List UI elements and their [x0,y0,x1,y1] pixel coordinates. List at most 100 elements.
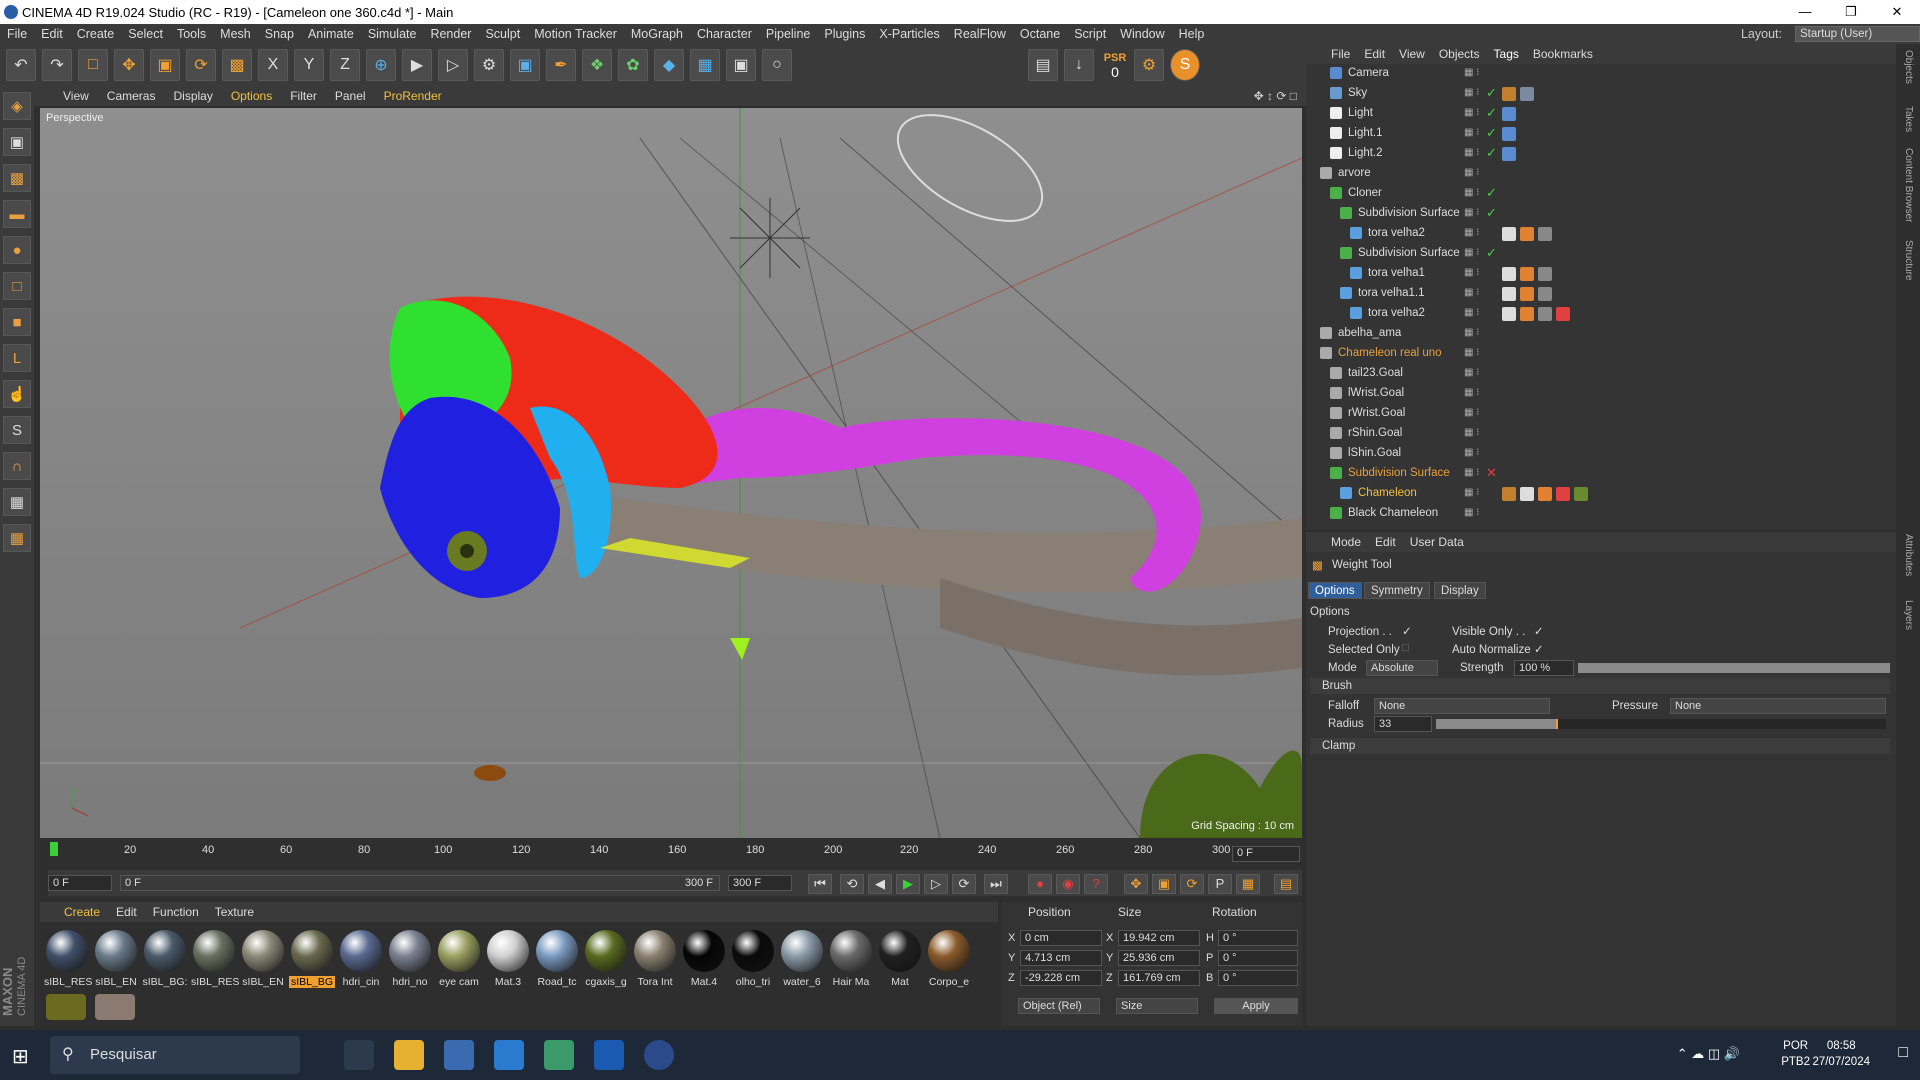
radius-field[interactable]: 33 [1374,716,1432,732]
tab-symmetry[interactable]: Symmetry [1364,582,1430,599]
undo-icon[interactable]: ↶ [6,49,36,81]
menu-help[interactable]: Help [1172,27,1212,41]
material-swatch[interactable]: olho_tri [730,930,776,988]
menu-realflow[interactable]: RealFlow [947,27,1013,41]
object-name[interactable]: Camera [1348,67,1389,79]
side-tab-objects[interactable]: Objects [1903,50,1914,84]
vp-menu-prorender[interactable]: ProRender [375,89,451,103]
weight-brush-icon[interactable]: ▩ [222,49,252,81]
object-tag-icon[interactable] [1502,267,1516,281]
object-row[interactable]: Chameleon real uno ▦ ⁝ [1306,344,1896,364]
menu-window[interactable]: Window [1113,27,1171,41]
next-frame-icon[interactable]: ▷ [924,874,948,894]
system-tray-icons[interactable]: ⌃ ☁ ◫ 🔊 [1677,1046,1740,1062]
object-row[interactable]: Subdivision Surface ▦ ⁝ ✕ [1306,464,1896,484]
object-tag-icon[interactable] [1538,487,1552,501]
visibility-flags-icon[interactable]: ▦ ⁝ [1464,207,1479,218]
vp-menu-view[interactable]: View [54,89,98,103]
object-row[interactable]: lWrist.Goal ▦ ⁝ [1306,384,1896,404]
size-y-field[interactable]: 25.936 cm [1118,950,1200,966]
windows-start-icon[interactable]: ⊞ [12,1044,29,1069]
store-icon[interactable] [444,1040,474,1070]
object-name[interactable]: Subdivision Surface [1358,247,1460,259]
language-indicator[interactable]: POR PTB2 [1781,1038,1810,1070]
key-pla-icon[interactable]: ▦ [1236,874,1260,894]
vp-menu-options[interactable]: Options [222,89,281,103]
task-view-icon[interactable] [344,1040,374,1070]
object-tag-icon[interactable] [1520,287,1534,301]
coordinate-mode-dropdown[interactable]: Object (Rel) [1018,998,1100,1014]
menu-render[interactable]: Render [423,27,478,41]
strength-field[interactable]: 100 % [1514,660,1574,676]
go-to-start-icon[interactable]: ⏮ [808,874,832,894]
object-tag-icon[interactable] [1520,227,1534,241]
play-icon[interactable]: ▶ [896,874,920,894]
scale-icon[interactable]: ▣ [150,49,180,81]
object-name[interactable]: Subdivision Surface [1348,467,1450,479]
move-icon[interactable]: ✥ [114,49,144,81]
object-row[interactable]: Chameleon ▦ ⁝ [1306,484,1896,504]
render-settings-icon[interactable]: ⚙ [474,49,504,81]
object-name[interactable]: abelha_ama [1338,327,1401,339]
autokey-icon[interactable]: ◉ [1056,874,1080,894]
object-tag-icon[interactable] [1520,487,1534,501]
tweak-mode-icon[interactable]: ☝ [3,380,31,408]
enabled-check-icon[interactable]: ✓ [1486,145,1497,161]
material-swatch[interactable]: Road_tc [534,930,580,988]
world-coordinate-icon[interactable]: ⊕ [366,49,396,81]
visibility-flags-icon[interactable]: ▦ ⁝ [1464,387,1479,398]
object-tag-icon[interactable] [1538,287,1552,301]
lock-workplane-icon[interactable]: ▦ [3,488,31,516]
om-menu-bookmarks[interactable]: Bookmarks [1526,47,1600,61]
side-tab-attributes[interactable]: Attributes [1903,534,1914,576]
material-swatch[interactable] [46,994,86,1020]
gear-icon[interactable]: ⚙ [1134,49,1164,81]
outlook-icon[interactable] [594,1040,624,1070]
object-tag-icon[interactable] [1520,267,1534,281]
am-menu-user-data[interactable]: User Data [1403,535,1471,549]
side-tab-structure[interactable]: Structure [1903,240,1914,281]
deformer-icon[interactable]: ◆ [654,49,684,81]
layout-dropdown[interactable]: Startup (User) [1795,26,1920,42]
object-row[interactable]: rWrist.Goal ▦ ⁝ [1306,404,1896,424]
visibility-flags-icon[interactable]: ▦ ⁝ [1464,407,1479,418]
object-name[interactable]: tora velha1 [1368,267,1425,279]
radius-slider[interactable] [1436,719,1886,729]
visibility-flags-icon[interactable]: ▦ ⁝ [1464,487,1479,498]
end-frame-field[interactable]: 300 F [728,875,792,891]
object-row[interactable]: Light ▦ ⁝ ✓ [1306,104,1896,124]
tab-display[interactable]: Display [1434,582,1486,599]
enabled-check-icon[interactable]: ✓ [1486,85,1497,101]
object-name[interactable]: rWrist.Goal [1348,407,1405,419]
object-name[interactable]: Light.1 [1348,127,1383,139]
object-row[interactable]: tail23.Goal ▦ ⁝ [1306,364,1896,384]
apply-button[interactable]: Apply [1214,998,1298,1014]
enabled-check-icon[interactable]: ✓ [1486,105,1497,121]
enabled-check-icon[interactable]: ✓ [1486,125,1497,141]
material-swatch[interactable]: Mat [877,930,923,988]
material-swatch[interactable]: sIBL_RES [44,930,92,988]
am-menu-edit[interactable]: Edit [1368,535,1403,549]
floor-icon[interactable]: ▦ [690,49,720,81]
om-menu-tags[interactable]: Tags [1487,47,1526,61]
material-swatch[interactable]: eye cam [436,930,482,988]
script-s-icon[interactable]: S [1170,49,1200,81]
object-row[interactable]: Cloner ▦ ⁝ ✓ [1306,184,1896,204]
cube-icon[interactable]: ▣ [510,49,540,81]
object-name[interactable]: lShin.Goal [1348,447,1401,459]
menu-select[interactable]: Select [121,27,170,41]
edges-mode-icon[interactable]: □ [3,272,31,300]
rotate-icon[interactable]: ⟳ [186,49,216,81]
object-row[interactable]: rShin.Goal ▦ ⁝ [1306,424,1896,444]
object-name[interactable]: Light.2 [1348,147,1383,159]
mat-menu-create[interactable]: Create [56,905,108,919]
menu-character[interactable]: Character [690,27,759,41]
visibility-flags-icon[interactable]: ▦ ⁝ [1464,147,1479,158]
current-frame-field[interactable]: 0 F [1232,846,1300,862]
key-scale-icon[interactable]: ▣ [1152,874,1176,894]
visibility-flags-icon[interactable]: ▦ ⁝ [1464,267,1479,278]
menu-sculpt[interactable]: Sculpt [478,27,527,41]
workplane-icon[interactable]: ▬ [3,200,31,228]
rot-h-field[interactable]: 0 ° [1218,930,1298,946]
menu-script[interactable]: Script [1067,27,1113,41]
